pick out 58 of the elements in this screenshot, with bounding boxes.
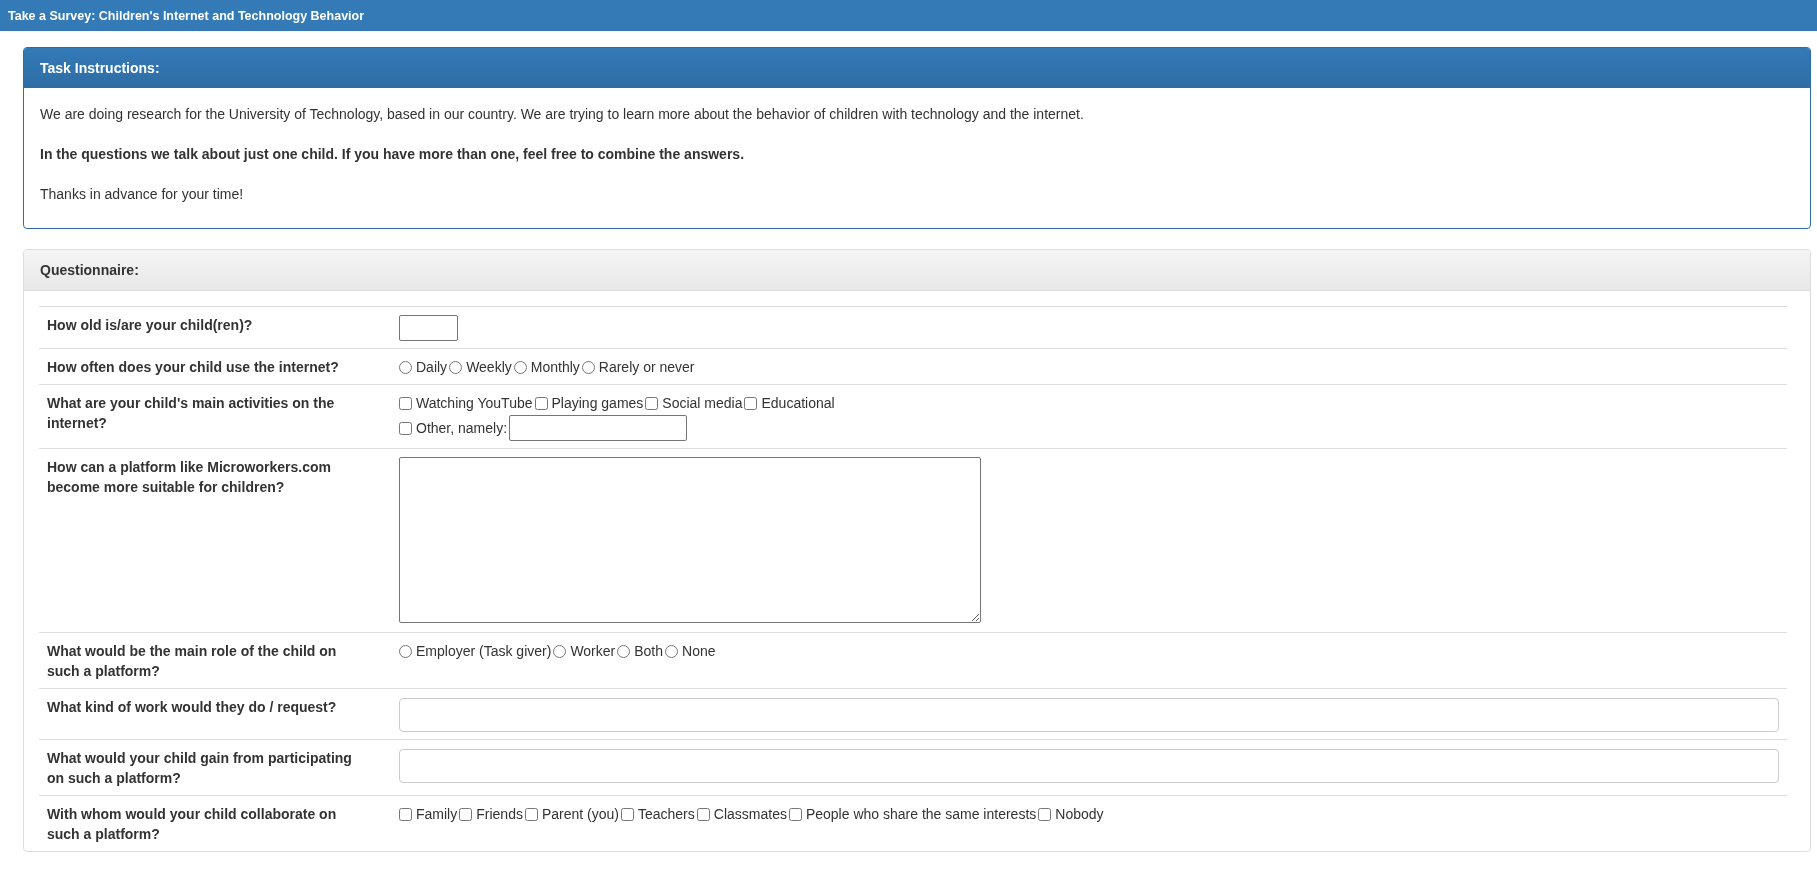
radio-button[interactable] bbox=[399, 360, 412, 374]
age-input-field[interactable] bbox=[399, 315, 458, 341]
option-label: Rarely or never bbox=[598, 358, 695, 377]
option-label: Employer (Task giver) bbox=[416, 642, 552, 661]
option-label: Social media bbox=[662, 394, 743, 413]
radio-button[interactable] bbox=[553, 644, 567, 658]
question-label: What are your child's main activities on the internet? bbox=[47, 394, 336, 433]
checkbox[interactable] bbox=[788, 807, 802, 821]
option-label: Monthly bbox=[530, 358, 580, 377]
radio-button[interactable] bbox=[665, 644, 679, 658]
option-label: Other, namely: bbox=[416, 419, 508, 438]
instruction-text: In the questions we talk about just one child. If you have more than one, feel free to combine the answers. bbox=[40, 145, 746, 164]
panel-title: Questionnaire: bbox=[40, 262, 139, 278]
radio-button[interactable] bbox=[449, 360, 463, 374]
question-label: What would your child gain from participating on such a platform? bbox=[47, 749, 353, 788]
checkbox[interactable] bbox=[399, 396, 412, 410]
question-label: With whom would your child collaborate on such a platform? bbox=[47, 805, 338, 844]
text-input-field[interactable] bbox=[399, 749, 1779, 783]
instruction-text: Thanks in advance for your time! bbox=[40, 185, 245, 204]
option-label: Worker bbox=[570, 642, 616, 661]
question-label: How often does your child use the internet? bbox=[47, 358, 340, 377]
option-label: Both bbox=[634, 642, 664, 661]
checkbox[interactable] bbox=[696, 807, 710, 821]
checkbox[interactable] bbox=[744, 396, 758, 410]
option-label: Family bbox=[416, 805, 458, 824]
checkbox[interactable] bbox=[645, 396, 659, 410]
checkbox[interactable] bbox=[459, 807, 473, 821]
option-label: Watching YouTube bbox=[416, 394, 533, 413]
checkbox[interactable] bbox=[399, 807, 412, 821]
question-label: What would be the main role of the child on such a platform? bbox=[47, 642, 338, 681]
checkbox[interactable] bbox=[620, 807, 634, 821]
option-label: Playing games bbox=[551, 394, 644, 413]
option-label: Nobody bbox=[1055, 805, 1104, 824]
checkbox[interactable] bbox=[534, 396, 548, 410]
question-label: How can a platform like Microworkers.com become more suitable for children? bbox=[47, 458, 332, 497]
option-label: People who share the same interests bbox=[805, 805, 1037, 824]
radio-button[interactable] bbox=[399, 644, 412, 658]
question-label: How old is/are your child(ren)? bbox=[47, 316, 254, 335]
checkbox[interactable] bbox=[524, 807, 538, 821]
radio-button[interactable] bbox=[513, 360, 527, 374]
option-label: Weekly bbox=[466, 358, 512, 377]
checkbox[interactable] bbox=[1038, 807, 1052, 821]
question-label: What kind of work would they do / request? bbox=[47, 698, 338, 717]
radio-button[interactable] bbox=[581, 360, 595, 374]
other-input-field[interactable] bbox=[509, 415, 688, 441]
option-label: Educational bbox=[761, 394, 835, 413]
panel-title: Task Instructions: bbox=[40, 60, 160, 76]
radio-button[interactable] bbox=[617, 644, 631, 658]
page-title: Take a Survey: Children's Internet and Technology Behavior bbox=[8, 8, 365, 23]
option-label: None bbox=[682, 642, 716, 661]
checkbox[interactable] bbox=[399, 421, 412, 435]
option-label: Friends bbox=[476, 805, 523, 824]
option-label: Teachers bbox=[637, 805, 695, 824]
option-label: Daily bbox=[416, 358, 448, 377]
option-label: Classmates bbox=[713, 805, 787, 824]
option-label: Parent (you) bbox=[541, 805, 619, 824]
instruction-text: We are doing research for the University of Technology, based in our country. We are trying to learn more about the behavior of children with technology and the internet. bbox=[40, 105, 1085, 124]
text-input-field[interactable] bbox=[399, 698, 1779, 732]
